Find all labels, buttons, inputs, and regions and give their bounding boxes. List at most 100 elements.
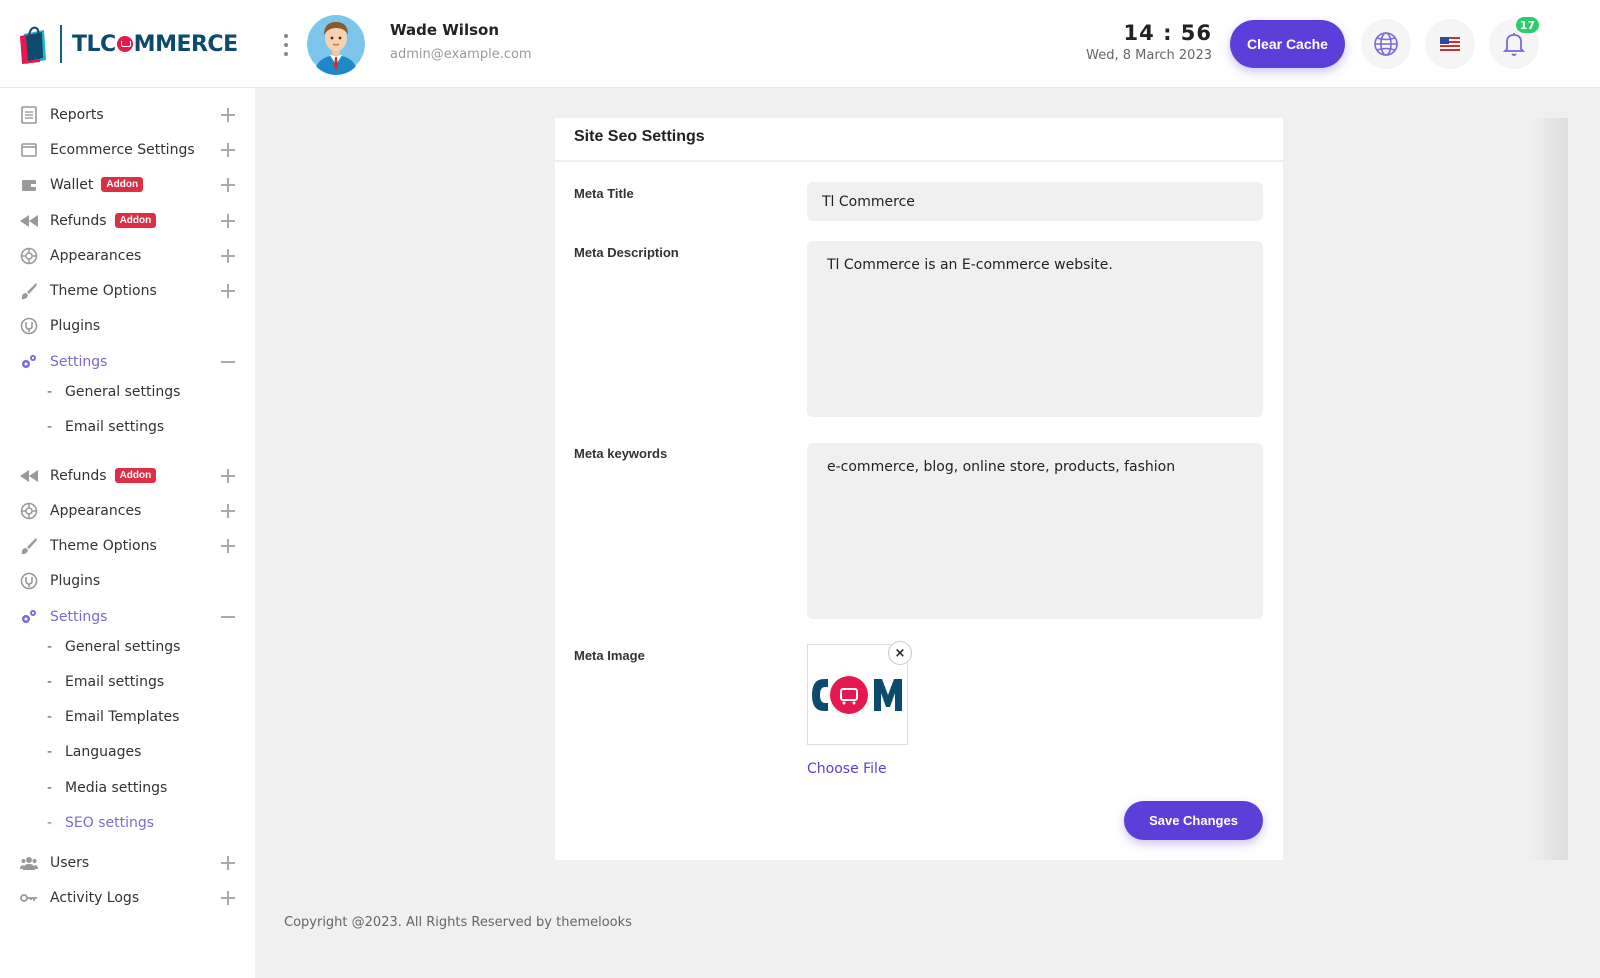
expand-plus-icon[interactable]: [221, 504, 235, 518]
sidebar-item-label: Refunds Addon: [50, 213, 157, 229]
sidebar-item-label: Activity Logs: [50, 890, 140, 906]
expand-plus-icon[interactable]: [221, 249, 235, 263]
meta-keywords-label: Meta keywords: [574, 446, 668, 461]
brand-name-after: MMERCE: [133, 31, 238, 57]
rewind-icon: [20, 467, 38, 485]
sidebar-item-settings[interactable]: Settings: [0, 345, 255, 379]
sidebar-item-label: Appearances: [50, 503, 142, 519]
sidebar-item-text: Refunds: [50, 468, 107, 484]
sidebar-item-reports[interactable]: Reports: [0, 98, 255, 132]
sub-dash: -: [47, 384, 53, 400]
sidebar-item-settings[interactable]: Settings: [0, 600, 255, 634]
sidebar-item-label: Settings: [50, 609, 108, 625]
sidebar-item-appearances[interactable]: Appearances: [0, 494, 255, 528]
brush-icon: [20, 537, 38, 555]
sidebar-item-activity-logs[interactable]: Activity Logs: [0, 881, 255, 915]
sidebar-subitem-email-templates[interactable]: - Email Templates: [0, 702, 255, 732]
sidebar-toggle-menu-icon[interactable]: [283, 34, 289, 56]
sidebar-item-appearances[interactable]: Appearances: [0, 239, 255, 273]
logo-separator: [60, 25, 62, 63]
notifications-button[interactable]: 17: [1489, 15, 1541, 69]
sidebar-item-refunds[interactable]: Refunds Addon: [0, 204, 255, 238]
seo-settings-card: Site Seo Settings Meta Title Meta Descri…: [555, 118, 1283, 860]
clock-date: Wed, 8 March 2023: [1086, 48, 1212, 63]
window-icon: [20, 141, 38, 159]
sidebar-item-label: Theme Options: [50, 283, 157, 299]
sidebar-item-label: Users: [50, 855, 90, 871]
sidebar-subitem-media-settings[interactable]: - Media settings: [0, 773, 255, 803]
top-header: TLC MMERCE Wade Wilson admin@example.com …: [0, 0, 1600, 88]
sidebar-item-theme-options[interactable]: Theme Options: [0, 529, 255, 563]
sidebar-subitem-email-settings[interactable]: - Email settings: [0, 412, 255, 442]
sidebar: Reports Ecommerce Settings Wallet Addon R…: [0, 88, 255, 978]
wallet-icon: [20, 176, 38, 194]
sidebar-item-label: Reports: [50, 107, 104, 123]
sidebar-subitem-seo-settings[interactable]: - SEO settings: [0, 808, 255, 838]
choose-file-link[interactable]: Choose File: [807, 761, 887, 777]
expand-plus-icon[interactable]: [221, 469, 235, 483]
appearance-icon: [20, 502, 38, 520]
sidebar-item-label: Plugins: [50, 318, 101, 334]
avatar[interactable]: [307, 13, 365, 75]
meta-title-input[interactable]: [807, 182, 1263, 221]
clock-time: 14 : 56: [1123, 21, 1212, 45]
gears-icon: [20, 353, 38, 371]
expand-plus-icon[interactable]: [221, 214, 235, 228]
expand-plus-icon[interactable]: [221, 891, 235, 905]
expand-plus-icon[interactable]: [221, 856, 235, 870]
gears-icon: [20, 608, 38, 626]
sidebar-item-text: Wallet: [50, 177, 94, 193]
expand-plus-icon[interactable]: [221, 143, 235, 157]
sidebar-item-label: Appearances: [50, 248, 142, 264]
expand-plus-icon[interactable]: [221, 178, 235, 192]
sidebar-subitem-label: General settings: [65, 639, 181, 655]
save-changes-button[interactable]: Save Changes: [1124, 801, 1263, 840]
country-flag-button[interactable]: [1425, 19, 1475, 69]
user-name: Wade Wilson: [390, 21, 500, 39]
language-globe-button[interactable]: [1361, 19, 1411, 69]
sub-dash: -: [47, 780, 53, 796]
sidebar-subitem-email-settings[interactable]: - Email settings: [0, 667, 255, 697]
collapse-minus-icon[interactable]: [221, 361, 235, 363]
sidebar-item-refunds[interactable]: Refunds Addon: [0, 459, 255, 493]
addon-badge: Addon: [114, 468, 157, 483]
rewind-icon: [20, 212, 38, 230]
sidebar-item-label: Theme Options: [50, 538, 157, 554]
sidebar-subitem-languages[interactable]: - Languages: [0, 737, 255, 767]
sidebar-subitem-general-settings[interactable]: - General settings: [0, 377, 255, 407]
meta-description-textarea[interactable]: [807, 241, 1263, 417]
expand-plus-icon[interactable]: [221, 108, 235, 122]
card-divider: [555, 160, 1283, 162]
sidebar-item-label: Settings: [50, 354, 108, 370]
sidebar-subitem-label: Media settings: [65, 780, 168, 796]
appearance-icon: [20, 247, 38, 265]
expand-plus-icon[interactable]: [221, 539, 235, 553]
clear-cache-button[interactable]: Clear Cache: [1230, 20, 1345, 68]
sidebar-item-plugins[interactable]: Plugins: [0, 564, 255, 598]
sidebar-item-plugins[interactable]: Plugins: [0, 309, 255, 343]
sidebar-subitem-general-settings[interactable]: - General settings: [0, 632, 255, 662]
brand-name-before: TLC: [72, 31, 116, 57]
sidebar-item-wallet[interactable]: Wallet Addon: [0, 168, 255, 202]
sidebar-item-ecommerce-settings[interactable]: Ecommerce Settings: [0, 133, 255, 167]
meta-title-label: Meta Title: [574, 186, 634, 201]
sub-dash: -: [47, 674, 53, 690]
sidebar-item-users[interactable]: Users: [0, 846, 255, 880]
brand-logo[interactable]: TLC MMERCE: [18, 23, 238, 65]
sidebar-subitem-label: Email settings: [65, 419, 165, 435]
sidebar-item-theme-options[interactable]: Theme Options: [0, 274, 255, 308]
meta-image-label: Meta Image: [574, 648, 645, 663]
key-icon: [20, 889, 38, 907]
user-email: admin@example.com: [390, 47, 532, 62]
card-title: Site Seo Settings: [574, 128, 705, 145]
addon-badge: Addon: [114, 213, 157, 228]
remove-image-button[interactable]: ×: [888, 641, 912, 665]
plugin-icon: [20, 572, 38, 590]
sub-dash: -: [47, 639, 53, 655]
collapse-minus-icon[interactable]: [221, 616, 235, 618]
reports-icon: [20, 106, 38, 124]
meta-keywords-textarea[interactable]: [807, 443, 1263, 619]
sidebar-subitem-label: Languages: [65, 744, 142, 760]
sidebar-subitem-label: SEO settings: [65, 815, 155, 831]
expand-plus-icon[interactable]: [221, 284, 235, 298]
